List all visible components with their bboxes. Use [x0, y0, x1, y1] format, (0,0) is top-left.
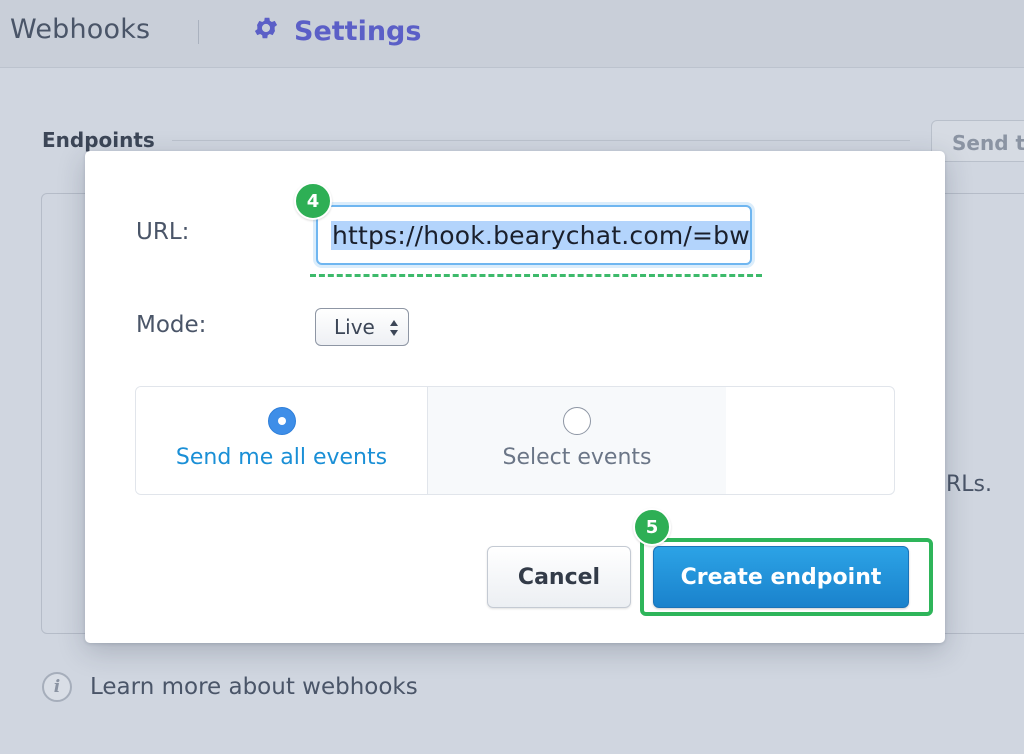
option-all-events[interactable]: Send me all events [136, 387, 428, 494]
breadcrumb-webhooks[interactable]: Webhooks [10, 14, 150, 45]
url-highlight-underline [310, 274, 762, 277]
section-divider [172, 140, 910, 141]
tab-settings-label: Settings [294, 15, 422, 47]
tab-settings[interactable]: Settings [252, 14, 421, 48]
section-title: Endpoints [42, 128, 155, 152]
option-select-events[interactable]: Select events [428, 387, 726, 494]
radio-unselected-icon[interactable] [563, 407, 591, 435]
option-all-events-label: Send me all events [175, 445, 388, 470]
step-badge-5: 5 [633, 508, 671, 546]
step-badge-4: 4 [294, 182, 332, 220]
url-label: URL: [136, 219, 190, 245]
event-selection-group: Send me all events Select events [135, 386, 895, 495]
cancel-button[interactable]: Cancel [487, 546, 631, 608]
learn-more-label: Learn more about webhooks [90, 674, 418, 700]
top-bar: Webhooks Settings [0, 0, 1024, 68]
breadcrumb-divider [198, 20, 199, 44]
url-input-value: https://hook.bearychat.com/=bw [331, 221, 750, 250]
mode-select-value: Live [334, 315, 375, 339]
mode-label: Mode: [136, 312, 207, 338]
select-arrows-icon [389, 318, 399, 336]
background-text-fragment: RLs. [946, 472, 992, 497]
radio-selected-icon[interactable] [267, 407, 296, 435]
url-input[interactable]: https://hook.bearychat.com/=bw [316, 205, 752, 265]
create-endpoint-button[interactable]: Create endpoint [653, 546, 909, 608]
option-select-events-label: Select events [502, 445, 652, 470]
mode-select[interactable]: Live [315, 308, 409, 346]
create-endpoint-dialog: URL: https://hook.bearychat.com/=bw 4 Mo… [85, 151, 945, 643]
gear-icon [252, 14, 280, 49]
info-icon: i [42, 672, 72, 702]
learn-more-link[interactable]: i Learn more about webhooks [42, 672, 418, 702]
